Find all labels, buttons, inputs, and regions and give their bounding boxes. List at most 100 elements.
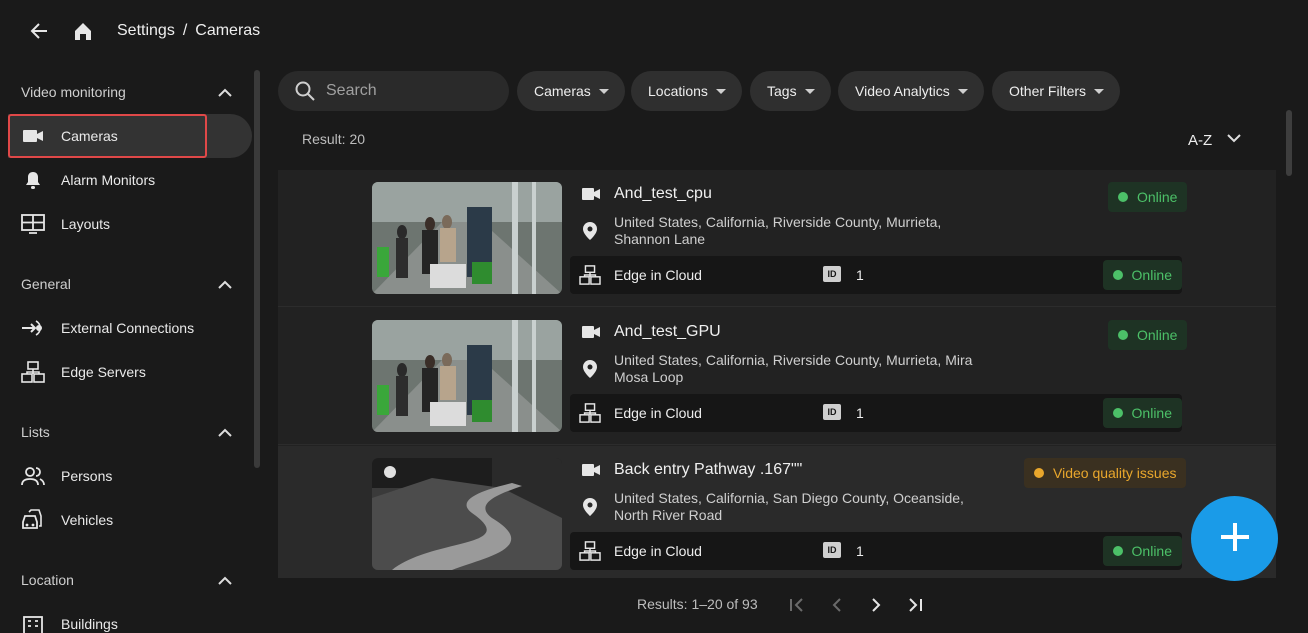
chevron-up-icon[interactable] xyxy=(216,572,234,590)
sidebar: Video monitoring Cameras Alarm Monitors … xyxy=(0,62,262,633)
building-icon xyxy=(20,613,46,633)
back-arrow-icon[interactable] xyxy=(28,20,50,42)
sidebar-item-external-connections[interactable]: External Connections xyxy=(8,306,252,350)
edge-server-row: Edge in Cloud ID 1 Online xyxy=(570,532,1182,570)
first-page-icon[interactable] xyxy=(786,594,808,616)
list-scrollbar[interactable] xyxy=(1286,110,1292,176)
chevron-down-icon xyxy=(1226,130,1242,150)
sidebar-item-label: Edge Servers xyxy=(61,364,146,380)
sidebar-item-label: Vehicles xyxy=(61,512,114,528)
filter-video-analytics[interactable]: Video Analytics xyxy=(838,71,984,111)
edge-server-name[interactable]: Edge in Cloud xyxy=(614,267,702,283)
filter-cameras[interactable]: Cameras xyxy=(517,71,625,111)
search-box[interactable] xyxy=(278,71,509,111)
section-title-lists: Lists xyxy=(21,424,50,440)
dropdown-arrow-icon xyxy=(1094,88,1105,94)
camera-thumbnail[interactable] xyxy=(372,182,562,294)
status-dot xyxy=(1112,408,1123,418)
camera-thumbnail[interactable] xyxy=(372,458,562,570)
breadcrumb-settings[interactable]: Settings xyxy=(117,22,175,40)
sidebar-item-buildings[interactable]: Buildings xyxy=(8,602,252,633)
chevron-up-icon[interactable] xyxy=(216,424,234,442)
sidebar-item-edge-servers[interactable]: Edge Servers xyxy=(8,350,252,394)
chevron-up-icon[interactable] xyxy=(216,84,234,102)
edge-server-name[interactable]: Edge in Cloud xyxy=(614,543,702,559)
status-label: Online xyxy=(1137,189,1178,205)
persons-icon xyxy=(20,465,46,487)
sidebar-item-layouts[interactable]: Layouts xyxy=(8,202,252,246)
layout-grid-icon xyxy=(20,213,46,235)
video-camera-icon xyxy=(582,463,600,477)
sort-dropdown[interactable]: A-Z xyxy=(1188,130,1242,150)
pagination-label: Results: 1–20 of 93 xyxy=(637,596,758,612)
status-dot xyxy=(1112,270,1123,280)
status-label: Online xyxy=(1131,543,1172,559)
filter-label: Locations xyxy=(648,83,708,99)
camera-address: United States, California, San Diego Cou… xyxy=(614,490,964,523)
breadcrumb: Settings / Cameras xyxy=(117,22,260,40)
vehicle-icon xyxy=(20,509,46,531)
edge-server-icon xyxy=(579,265,601,285)
sidebar-item-label: Layouts xyxy=(61,216,111,232)
filter-label: Tags xyxy=(767,83,797,99)
camera-card[interactable]: And_test_GPU United States, California, … xyxy=(278,308,1276,445)
status-label: Online xyxy=(1131,267,1172,283)
id-icon: ID xyxy=(823,404,841,420)
top-bar: Settings / Cameras xyxy=(0,0,1308,62)
edge-server-row: Edge in Cloud ID 1 Online xyxy=(570,394,1182,432)
location-pin-icon xyxy=(583,498,597,516)
filter-tags[interactable]: Tags xyxy=(750,71,831,111)
filter-other-filters[interactable]: Other Filters xyxy=(992,71,1121,111)
edge-server-icon xyxy=(579,541,601,561)
camera-name[interactable]: Back entry Pathway .167"" xyxy=(614,461,802,479)
camera-list: And_test_cpu United States, California, … xyxy=(278,170,1276,578)
edge-status-badge: Online xyxy=(1102,536,1182,566)
sidebar-item-vehicles[interactable]: Vehicles xyxy=(8,498,252,542)
status-badge: Online xyxy=(1108,182,1188,212)
chevron-up-icon[interactable] xyxy=(216,276,234,294)
section-title-general: General xyxy=(21,276,71,292)
breadcrumb-separator: / xyxy=(182,22,188,39)
bell-icon xyxy=(20,169,46,191)
dropdown-arrow-icon xyxy=(804,88,815,94)
filter-label: Cameras xyxy=(534,83,591,99)
dropdown-arrow-icon xyxy=(715,88,726,94)
sidebar-scrollbar[interactable] xyxy=(254,70,260,468)
edge-status-badge: Online xyxy=(1102,260,1182,290)
last-page-icon[interactable] xyxy=(904,594,926,616)
breadcrumb-current: Cameras xyxy=(195,22,261,39)
location-pin-icon xyxy=(583,222,597,240)
status-label: Online xyxy=(1131,405,1172,421)
sidebar-item-label: Persons xyxy=(61,468,113,484)
sidebar-item-label: External Connections xyxy=(61,320,195,336)
id-icon: ID xyxy=(823,266,841,282)
sidebar-item-alarm-monitors[interactable]: Alarm Monitors xyxy=(8,158,252,202)
camera-card[interactable]: And_test_cpu United States, California, … xyxy=(278,170,1276,307)
sidebar-item-persons[interactable]: Persons xyxy=(8,454,252,498)
dropdown-arrow-icon xyxy=(957,88,968,94)
status-dot xyxy=(1034,468,1044,478)
camera-name[interactable]: And_test_cpu xyxy=(614,185,712,203)
filter-locations[interactable]: Locations xyxy=(631,71,742,111)
camera-name[interactable]: And_test_GPU xyxy=(614,323,721,341)
dropdown-arrow-icon xyxy=(598,88,609,94)
edge-server-name[interactable]: Edge in Cloud xyxy=(614,405,702,421)
edge-server-row: Edge in Cloud ID 1 Online xyxy=(570,256,1182,294)
edge-id: 1 xyxy=(856,267,864,283)
edge-server-icon xyxy=(20,361,46,383)
prev-page-icon[interactable] xyxy=(826,594,848,616)
next-page-icon[interactable] xyxy=(865,594,887,616)
home-icon[interactable] xyxy=(72,20,94,42)
camera-address: United States, California, Riverside Cou… xyxy=(614,214,942,247)
section-title-location: Location xyxy=(21,572,74,588)
sidebar-item-cameras[interactable]: Cameras xyxy=(8,114,252,158)
camera-card[interactable]: Back entry Pathway .167"" United States,… xyxy=(278,446,1276,578)
add-camera-button[interactable] xyxy=(1191,496,1278,581)
status-dot xyxy=(1118,192,1128,202)
status-badge: Video quality issues xyxy=(1024,458,1187,488)
status-badge: Online xyxy=(1108,320,1188,350)
camera-address: United States, California, Riverside Cou… xyxy=(614,352,973,385)
id-icon: ID xyxy=(823,542,841,558)
camera-thumbnail[interactable] xyxy=(372,320,562,432)
search-input[interactable] xyxy=(326,82,496,100)
